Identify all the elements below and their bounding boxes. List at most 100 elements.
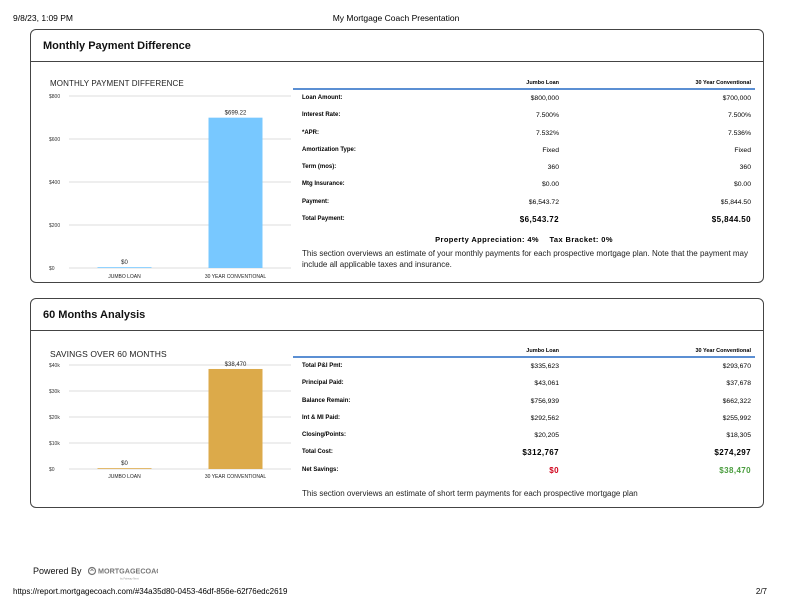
column-header-jumbo: Jumbo Loan xyxy=(526,80,559,86)
y-tick-label: $0 xyxy=(49,266,55,272)
savings-chart: $0 $10k $20k $30k $40k $0 JUMBO LOAN $38,470 30 … xyxy=(49,362,291,480)
assumptions-line: Property Appreciation: 4% Tax Bracket: 0… xyxy=(293,235,755,244)
row-label: Loan Amount: xyxy=(302,95,343,101)
y-tick-label: $40k xyxy=(49,363,60,369)
category-label: 30 YEAR CONVENTIONAL xyxy=(205,474,267,480)
jumbo-value: $756,939 xyxy=(530,397,559,405)
data-label: $0 xyxy=(121,461,128,467)
short-term-table: Jumbo Loan 30 Year Conventional Total P&… xyxy=(293,344,755,479)
column-header-conventional: 30 Year Conventional xyxy=(695,348,751,354)
section-description: This section overviews an estimate of yo… xyxy=(302,249,748,269)
conventional-value: 360 xyxy=(739,164,751,172)
conventional-value: 7.500% xyxy=(727,112,751,120)
conventional-value: $293,670 xyxy=(722,363,751,370)
sixty-months-card: 60 Months Analysis SAVINGS OVER 60 MONTH… xyxy=(30,298,764,508)
section-title: 60 Months Analysis xyxy=(43,309,146,321)
table-row: Closing/Points: $20,205 $18,305 xyxy=(293,427,755,444)
y-tick-label: $30k xyxy=(49,389,60,395)
jumbo-value: $800,000 xyxy=(530,95,559,102)
conventional-value: 7.536% xyxy=(727,129,751,137)
jumbo-value: Fixed xyxy=(542,146,559,154)
page-url: https://report.mortgagecoach.com/#34a35d… xyxy=(13,587,288,596)
print-title: My Mortgage Coach Presentation xyxy=(332,13,460,23)
chart-bar xyxy=(208,368,263,469)
row-label: Balance Remain: xyxy=(302,397,351,404)
y-tick-label: $200 xyxy=(49,223,60,229)
jumbo-value: $6,543.72 xyxy=(519,215,559,225)
chart-title: MONTHLY PAYMENT DIFFERENCE xyxy=(50,79,184,88)
conventional-value: $18,305 xyxy=(726,432,751,440)
row-label: Mtg Insurance: xyxy=(302,181,345,188)
table-row: *APR: 7.532% 7.536% xyxy=(293,125,755,142)
table-row: Total P&I Pmt: $335,623 $293,670 xyxy=(293,358,755,375)
data-label: $38,470 xyxy=(225,362,247,368)
table-row: Balance Remain: $756,939 $662,322 xyxy=(293,393,755,410)
jumbo-net-savings: $0 xyxy=(549,465,559,475)
table-row: Mtg Insurance: $0.00 $0.00 xyxy=(293,176,755,193)
table-row: Amortization Type: Fixed Fixed xyxy=(293,142,755,159)
chart-bar xyxy=(97,468,152,469)
conventional-value: $700,000 xyxy=(722,95,751,102)
jumbo-value: $6,543.72 xyxy=(528,198,559,206)
card-header: Monthly Payment Difference xyxy=(31,30,763,62)
powered-by-label: Powered By xyxy=(33,566,82,576)
card-header: 60 Months Analysis xyxy=(31,299,763,331)
conventional-value: $662,322 xyxy=(722,397,751,405)
column-header-conventional: 30 Year Conventional xyxy=(695,80,751,86)
jumbo-value: $0.00 xyxy=(541,181,559,189)
loan-comparison-table: Jumbo Loan 30 Year Conventional Loan Amo… xyxy=(293,76,755,228)
row-label: Total P&I Pmt: xyxy=(302,363,343,369)
jumbo-value: $335,623 xyxy=(530,363,559,370)
column-header-jumbo: Jumbo Loan xyxy=(526,348,559,354)
row-label: Amortization Type: xyxy=(302,146,356,153)
y-tick-label: $20k xyxy=(49,415,60,421)
table-header: Jumbo Loan 30 Year Conventional xyxy=(293,344,755,358)
property-appreciation: Property Appreciation: 4% xyxy=(435,235,540,244)
conventional-value: $0.00 xyxy=(733,181,751,189)
jumbo-value: $20,205 xyxy=(534,432,559,440)
print-header: 9/8/23, 1:09 PM My Mortgage Coach Presen… xyxy=(0,13,792,25)
data-label: $699.22 xyxy=(225,111,247,117)
jumbo-value: 7.500% xyxy=(535,112,559,120)
row-label: Net Savings: xyxy=(302,466,339,473)
jumbo-value: $292,562 xyxy=(530,414,559,422)
table-row: Interest Rate: 7.500% 7.500% xyxy=(293,107,755,124)
jumbo-value: $312,767 xyxy=(522,448,559,458)
conventional-value: $5,844.50 xyxy=(720,198,751,206)
chart-bar xyxy=(97,267,152,268)
y-tick-label: $0 xyxy=(49,467,55,473)
logo-subtext: by Fairway Next xyxy=(120,577,139,581)
table-row-net-savings: Net Savings: $0 $38,470 xyxy=(293,462,755,479)
table-row: Loan Amount: $800,000 $700,000 xyxy=(293,90,755,107)
row-label: Payment: xyxy=(302,198,330,205)
table-row: Term (mos): 360 360 xyxy=(293,159,755,176)
mortgagecoach-logo: MORTGAGECOACH by Fairway Next xyxy=(87,564,167,587)
row-label: *APR: xyxy=(302,129,320,136)
jumbo-value: 360 xyxy=(547,164,559,172)
monthly-payment-card: Monthly Payment Difference MONTHLY PAYME… xyxy=(30,29,764,283)
conventional-value: $5,844.50 xyxy=(711,215,751,225)
row-label: Closing/Points: xyxy=(302,432,346,439)
row-label: Interest Rate: xyxy=(302,112,341,119)
conventional-value: $37,678 xyxy=(726,380,751,388)
table-row: Payment: $6,543.72 $5,844.50 xyxy=(293,194,755,211)
jumbo-value: $43,061 xyxy=(534,380,559,388)
logo-text: MORTGAGECOACH xyxy=(98,567,158,576)
y-tick-label: $400 xyxy=(49,180,60,186)
section-title: Monthly Payment Difference xyxy=(43,40,191,52)
row-label: Total Payment: xyxy=(302,216,345,223)
monthly-payment-chart: $0 $200 $400 $600 $800 $0 JUMBO LOAN $699.22 30 … xyxy=(49,94,291,280)
page-number: 2/7 xyxy=(755,587,767,596)
table-row: Principal Paid: $43,061 $37,678 xyxy=(293,375,755,392)
table-row: Int & MI Paid: $292,562 $255,992 xyxy=(293,410,755,427)
data-label: $0 xyxy=(121,260,128,266)
row-label: Total Cost: xyxy=(302,449,333,456)
chart-title: SAVINGS OVER 60 MONTHS xyxy=(50,349,167,359)
category-label: JUMBO LOAN xyxy=(108,274,141,280)
row-label: Int & MI Paid: xyxy=(302,414,340,421)
chart-bar xyxy=(208,117,263,269)
y-tick-label: $600 xyxy=(49,137,60,143)
row-label: Term (mos): xyxy=(302,164,337,171)
conventional-value: $255,992 xyxy=(722,414,751,422)
tax-bracket: Tax Bracket: 0% xyxy=(549,235,613,244)
